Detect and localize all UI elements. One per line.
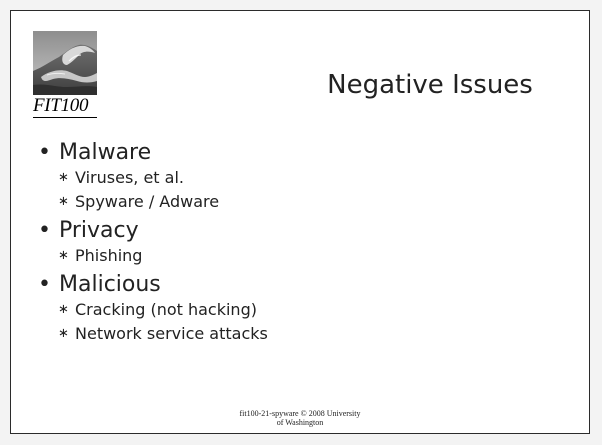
bullet-text: Malware (59, 140, 152, 165)
slide: FIT100 Negative Issues • Malware ∗ Virus… (0, 0, 602, 445)
sub-bullet-network-attacks: ∗ Network service attacks (38, 324, 558, 347)
bullet-dot-icon: • (38, 218, 51, 243)
footer-line-2: of Washington (276, 418, 324, 427)
bullet-malicious: • Malicious (38, 272, 558, 299)
fit100-logo: FIT100 (33, 31, 97, 119)
footer-line-1: fit100-21-spyware © 2008 University (239, 409, 361, 418)
asterisk-bullet-icon: ∗ (58, 326, 69, 341)
sub-bullet-text: Spyware / Adware (75, 192, 220, 211)
asterisk-bullet-icon: ∗ (58, 248, 69, 263)
asterisk-bullet-icon: ∗ (58, 170, 69, 185)
bullet-dot-icon: • (38, 272, 51, 297)
sub-bullet-viruses: ∗ Viruses, et al. (38, 168, 558, 191)
bullet-list: • Malware ∗ Viruses, et al. ∗ Spyware / … (38, 140, 558, 347)
bullet-privacy: • Privacy (38, 218, 558, 245)
sub-bullet-text: Cracking (not hacking) (75, 300, 257, 319)
slide-footer: fit100-21-spyware © 2008 University of W… (200, 409, 400, 427)
sub-bullet-text: Viruses, et al. (75, 168, 184, 187)
asterisk-bullet-icon: ∗ (58, 194, 69, 209)
sub-bullet-cracking: ∗ Cracking (not hacking) (38, 300, 558, 323)
bullet-malware: • Malware (38, 140, 558, 167)
logo-text: FIT100 (33, 95, 97, 118)
bullet-dot-icon: • (38, 140, 51, 165)
wave-image-icon (33, 31, 97, 95)
slide-title: Negative Issues (327, 70, 533, 100)
sub-bullet-spyware: ∗ Spyware / Adware (38, 192, 558, 215)
bullet-text: Malicious (59, 272, 161, 297)
sub-bullet-phishing: ∗ Phishing (38, 246, 558, 269)
sub-bullet-text: Phishing (75, 246, 143, 265)
sub-bullet-text: Network service attacks (75, 324, 268, 343)
bullet-text: Privacy (59, 218, 139, 243)
asterisk-bullet-icon: ∗ (58, 302, 69, 317)
